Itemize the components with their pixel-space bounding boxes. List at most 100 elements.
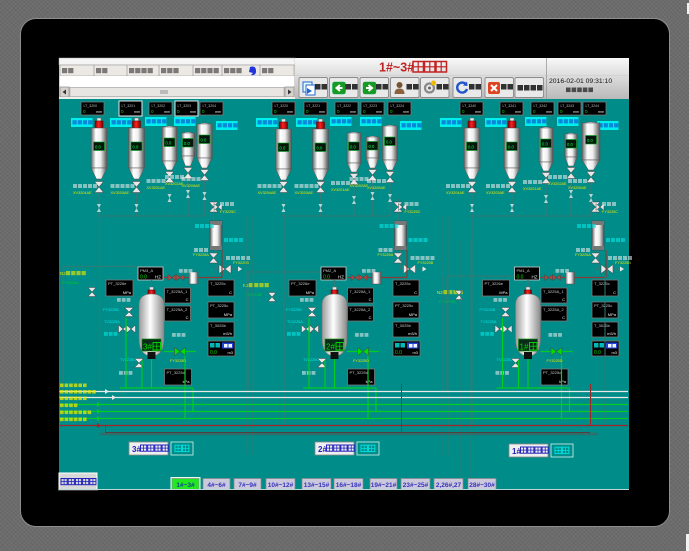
svg-text:FY3225C: FY3225C <box>405 210 421 214</box>
svg-text:PM2_A: PM2_A <box>323 268 336 273</box>
svg-text:LT_3224: LT_3224 <box>391 104 405 108</box>
svg-text:FY3225B: FY3225B <box>286 308 302 312</box>
svg-text:mm: mm <box>319 110 325 114</box>
svg-text:1#~3#: 1#~3# <box>379 61 414 75</box>
svg-text:FY3225D: FY3225D <box>353 359 369 363</box>
svg-text:MPa: MPa <box>499 290 508 295</box>
svg-text:N2: N2 <box>437 290 443 295</box>
svg-text:mm: mm <box>164 110 170 114</box>
svg-text:PM1_A: PM1_A <box>517 268 530 273</box>
svg-text:28#~30#: 28#~30# <box>469 482 495 489</box>
svg-text:0.0: 0.0 <box>201 138 207 143</box>
svg-text:XV3204AE: XV3204AE <box>258 191 277 195</box>
svg-text:0.0: 0.0 <box>280 146 286 151</box>
svg-text:16#~18#: 16#~18# <box>336 482 362 489</box>
svg-text:PT_3225d: PT_3225d <box>167 370 185 375</box>
svg-text:19#~21#: 19#~21# <box>371 482 397 489</box>
svg-text:0.0: 0.0 <box>133 145 139 150</box>
svg-text:10#~12#: 10#~12# <box>268 482 294 489</box>
svg-text:T_3025b: T_3025b <box>395 323 412 328</box>
svg-text:TV3225C: TV3225C <box>120 358 136 362</box>
svg-text:0.0: 0.0 <box>317 146 323 151</box>
svg-text:XV3202AE: XV3202AE <box>350 184 369 188</box>
svg-text:T_3025b: T_3025b <box>594 323 611 328</box>
svg-text:C: C <box>369 297 372 302</box>
svg-text:LT_3222: LT_3222 <box>338 104 352 108</box>
svg-text:FY3225B: FY3225B <box>233 261 249 265</box>
svg-text:MPa: MPa <box>409 312 418 317</box>
svg-text:0.0: 0.0 <box>323 275 330 281</box>
svg-text:HZ: HZ <box>338 275 344 280</box>
svg-text:MPa: MPa <box>306 290 315 295</box>
svg-text:PT_3225c: PT_3225c <box>210 303 228 308</box>
svg-text:FY3225A: FY3225A <box>62 280 79 285</box>
svg-text:m3/h: m3/h <box>223 331 232 336</box>
svg-text:FY3225A: FY3225A <box>245 292 262 297</box>
svg-text:FY3225B: FY3225B <box>615 261 631 265</box>
svg-text:mm: mm <box>376 110 382 114</box>
svg-text:C: C <box>414 290 417 295</box>
svg-text:m3/h: m3/h <box>408 331 417 336</box>
svg-text:FY3225A: FY3225A <box>378 253 394 257</box>
svg-text:C: C <box>186 315 189 320</box>
svg-text:LT_3221: LT_3221 <box>307 104 321 108</box>
svg-text:2016-02-01 09:31:10: 2016-02-01 09:31:10 <box>549 78 612 85</box>
svg-text:FY3225D: FY3225D <box>170 359 186 363</box>
svg-text:T_3225A_1: T_3225A_1 <box>350 289 371 294</box>
svg-text:PM3_A: PM3_A <box>140 268 153 273</box>
svg-text:mm: mm <box>96 110 102 114</box>
svg-text:1#~3#: 1#~3# <box>176 482 195 489</box>
svg-text:PT_3225d: PT_3225d <box>350 370 368 375</box>
svg-text:LT_3202: LT_3202 <box>152 104 166 108</box>
svg-text:PT_3225d: PT_3225d <box>543 370 561 375</box>
svg-text:T_3225c: T_3225c <box>395 281 411 286</box>
svg-text:m3: m3 <box>412 350 418 355</box>
svg-text:0.0: 0.0 <box>508 145 514 150</box>
svg-text:TV3225A: TV3225A <box>287 320 303 324</box>
svg-text:C: C <box>562 315 565 320</box>
svg-text:XV3201AE: XV3201AE <box>523 187 542 191</box>
svg-text:0.0: 0.0 <box>166 141 172 146</box>
svg-text:LT_3242: LT_3242 <box>534 104 548 108</box>
svg-text:kPa: kPa <box>366 379 374 384</box>
svg-text:XV3204AE: XV3204AE <box>446 191 465 195</box>
svg-text:mm: mm <box>287 110 293 114</box>
svg-text:MPa: MPa <box>123 290 132 295</box>
svg-text:LT_3200: LT_3200 <box>84 104 98 108</box>
svg-text:XV3201AE: XV3201AE <box>147 186 166 190</box>
svg-text:0.0: 0.0 <box>210 350 217 356</box>
svg-text:FY3225B: FY3225B <box>418 261 434 265</box>
svg-text:7#~9#: 7#~9# <box>238 482 257 489</box>
svg-text:HZ: HZ <box>532 275 538 280</box>
svg-text:C: C <box>186 297 189 302</box>
svg-text:T_3025b: T_3025b <box>210 323 227 328</box>
svg-text:0.0: 0.0 <box>140 275 147 281</box>
svg-text:23#~25#: 23#~25# <box>403 482 429 489</box>
svg-text:HZ: HZ <box>155 275 161 280</box>
svg-text:2,26#,27: 2,26#,27 <box>436 482 462 489</box>
svg-text:FY3225B: FY3225B <box>480 308 496 312</box>
svg-text:FY3225B: FY3225B <box>103 308 119 312</box>
svg-text:m3: m3 <box>611 350 617 355</box>
svg-text:T_3225A_2: T_3225A_2 <box>167 307 188 312</box>
svg-text:LT_3203: LT_3203 <box>178 104 192 108</box>
svg-text:0.0: 0.0 <box>395 350 402 356</box>
svg-text:XV3203AE: XV3203AE <box>295 191 314 195</box>
svg-text:FY3225D: FY3225D <box>547 359 563 363</box>
svg-text:LT_3240: LT_3240 <box>463 104 477 108</box>
svg-text:LT_3243: LT_3243 <box>561 104 575 108</box>
svg-text:2#: 2# <box>326 343 335 352</box>
svg-text:1#: 1# <box>520 343 529 352</box>
svg-text:0.0: 0.0 <box>517 275 524 281</box>
svg-text:0.0: 0.0 <box>567 142 573 147</box>
svg-text:T_3225A_2: T_3225A_2 <box>543 307 564 312</box>
svg-text:FY3225C: FY3225C <box>602 210 618 214</box>
svg-text:FY3225A: FY3225A <box>193 253 209 257</box>
svg-text:MPa: MPa <box>608 312 617 317</box>
svg-text:mm: mm <box>134 110 140 114</box>
svg-text:mm: mm <box>350 110 356 114</box>
svg-text:XV3204AE: XV3204AE <box>73 191 92 195</box>
svg-text:mm: mm <box>573 110 579 114</box>
svg-text:C: C <box>369 315 372 320</box>
svg-text:0.0: 0.0 <box>350 145 356 150</box>
